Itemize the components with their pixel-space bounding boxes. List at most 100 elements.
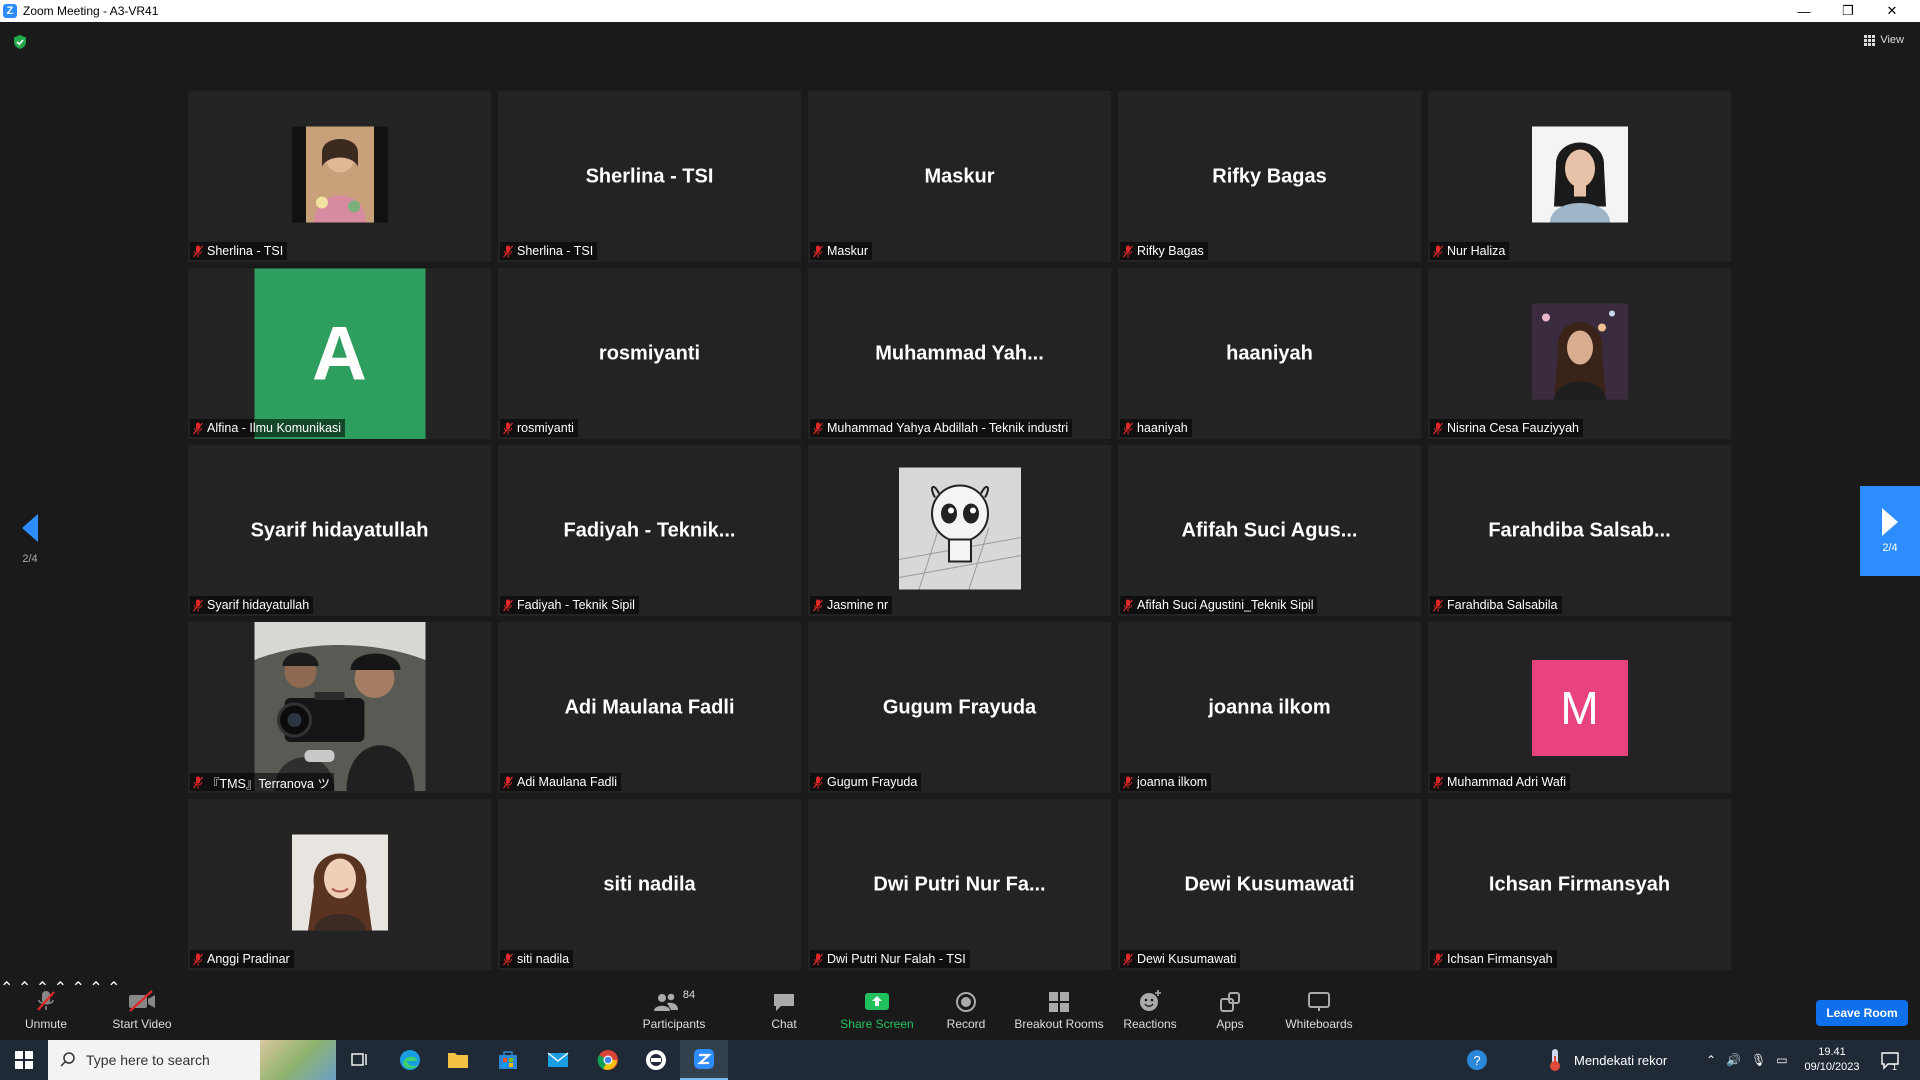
- participant-tile[interactable]: A Alfina - Ilmu Komunikasi: [188, 268, 491, 439]
- search-icon: [60, 1052, 75, 1067]
- leave-room-button[interactable]: Leave Room: [1816, 1000, 1908, 1026]
- muted-mic-icon: [813, 422, 823, 434]
- participant-name: Alfina - Ilmu Komunikasi: [207, 421, 342, 435]
- participants-button[interactable]: 84 Participants: [640, 978, 708, 1040]
- start-video-button[interactable]: Start Video: [104, 978, 180, 1040]
- participant-tile[interactable]: Adi Maulana Fadli Adi Maulana Fadli: [498, 622, 801, 793]
- help-tray-icon[interactable]: ?: [1466, 1040, 1488, 1080]
- breakout-rooms-button[interactable]: Breakout Rooms: [1012, 978, 1106, 1040]
- participant-tile[interactable]: Nur Haliza: [1428, 91, 1731, 262]
- mail-button[interactable]: [534, 1040, 582, 1080]
- chat-button[interactable]: Chat: [762, 978, 806, 1040]
- file-explorer-button[interactable]: [434, 1040, 482, 1080]
- folder-icon: [448, 1053, 468, 1068]
- participant-tile[interactable]: Farahdiba Salsab... Farahdiba Salsabila: [1428, 445, 1731, 616]
- muted-mic-icon: [193, 953, 203, 965]
- participant-tile[interactable]: Sherlina - TSI: [188, 91, 491, 262]
- participant-display-name: Muhammad Yah...: [875, 342, 1044, 364]
- muted-mic-icon: [1433, 599, 1443, 611]
- weather-widget[interactable]: Mendekati rekor: [1548, 1040, 1667, 1080]
- clock-date: 09/10/2023: [1804, 1061, 1860, 1073]
- participant-tile[interactable]: Ichsan Firmansyah Ichsan Firmansyah: [1428, 799, 1731, 970]
- audio-options-chevron-icon[interactable]: ⌃: [0, 980, 13, 997]
- gallery-view: Sherlina - TSI Sherlina - TSI Sherlina - T…: [188, 91, 1732, 971]
- task-view-button[interactable]: [336, 1040, 384, 1080]
- clock[interactable]: 19.41 09/10/2023: [1800, 1040, 1864, 1080]
- participant-tile[interactable]: 『TMS』Terranova ツ: [188, 622, 491, 793]
- zoom-app-icon: [694, 1049, 714, 1069]
- participant-name-label: Jasmine nr: [810, 596, 893, 614]
- arrow-left-icon: [22, 514, 38, 542]
- participant-tile[interactable]: Jasmine nr: [808, 445, 1111, 616]
- participant-name-label: haaniyah: [1120, 419, 1192, 437]
- share-screen-button[interactable]: Share Screen: [838, 978, 916, 1040]
- tray-expand-chevron-icon[interactable]: ⌃: [1706, 1053, 1716, 1067]
- participant-display-name: Dewi Kusumawati: [1184, 873, 1355, 895]
- chat-label: Chat: [771, 1017, 797, 1031]
- zoom-taskbar-button[interactable]: [680, 1040, 728, 1080]
- whiteboards-button[interactable]: Whiteboards: [1280, 978, 1358, 1040]
- participant-display-name: Maskur: [924, 165, 995, 187]
- participant-tile[interactable]: Nisrina Cesa Fauziyyah: [1428, 268, 1731, 439]
- participant-tile[interactable]: Afifah Suci Agus... Afifah Suci Agustini_…: [1118, 445, 1421, 616]
- notifications-button[interactable]: 1: [1880, 1040, 1900, 1080]
- participant-name-label: Muhammad Yahya Abdillah - Teknik industr…: [810, 419, 1073, 437]
- restore-button[interactable]: ❐: [1826, 0, 1870, 22]
- muted-mic-icon: [1433, 776, 1443, 788]
- close-button[interactable]: ✕: [1870, 0, 1914, 22]
- taskbar-search-box[interactable]: Type here to search: [48, 1040, 336, 1080]
- network-icon[interactable]: ▭: [1776, 1053, 1787, 1067]
- participant-tile[interactable]: Dewi Kusumawati Dewi Kusumawati: [1118, 799, 1421, 970]
- participant-tile[interactable]: Maskur Maskur: [808, 91, 1111, 262]
- apps-options-chevron-icon[interactable]: ⌃: [89, 980, 102, 997]
- previous-page-button[interactable]: 2/4: [16, 514, 44, 565]
- participant-tile[interactable]: Anggi Pradinar: [188, 799, 491, 970]
- unmute-button[interactable]: Unmute: [18, 978, 74, 1040]
- encryption-shield-icon[interactable]: [12, 34, 28, 50]
- view-button[interactable]: View: [1864, 34, 1904, 46]
- help-icon: ?: [1467, 1050, 1487, 1070]
- record-label: Record: [946, 1017, 986, 1031]
- edge-taskbar-button[interactable]: [386, 1040, 434, 1080]
- next-page-button[interactable]: 2/4: [1860, 486, 1920, 576]
- muted-mic-icon: [1433, 953, 1443, 965]
- participant-tile[interactable]: Dwi Putri Nur Fa... Dwi Putri Nur Falah -…: [808, 799, 1111, 970]
- participants-count: 84: [682, 989, 696, 1001]
- participant-tile[interactable]: siti nadila siti nadila: [498, 799, 801, 970]
- participant-tile[interactable]: haaniyah haaniyah: [1118, 268, 1421, 439]
- record-button[interactable]: Record: [940, 978, 992, 1040]
- participant-name-label: siti nadila: [500, 950, 574, 968]
- reactions-button[interactable]: Reactions: [1120, 978, 1180, 1040]
- system-tray[interactable]: ⌃ 🔊 🎙 ▭: [1706, 1040, 1788, 1080]
- participant-tile[interactable]: rosmiyanti rosmiyanti: [498, 268, 801, 439]
- participant-tile[interactable]: joanna ilkom joanna ilkom: [1118, 622, 1421, 793]
- participant-tile[interactable]: Syarif hidayatullah Syarif hidayatullah: [188, 445, 491, 616]
- chrome-taskbar-button[interactable]: [584, 1040, 632, 1080]
- store-button[interactable]: [484, 1040, 532, 1080]
- participant-name: Nisrina Cesa Fauziyyah: [1447, 421, 1579, 435]
- participant-name: rosmiyanti: [517, 421, 574, 435]
- participant-display-name: Adi Maulana Fadli: [564, 696, 735, 718]
- chrome-icon: [597, 1050, 618, 1070]
- participant-tile[interactable]: Gugum Frayuda Gugum Frayuda: [808, 622, 1111, 793]
- muted-mic-icon: [813, 953, 823, 965]
- speaker-icon[interactable]: 🔊: [1726, 1053, 1741, 1067]
- breakout-rooms-label: Breakout Rooms: [1014, 1017, 1104, 1031]
- participant-photo: [1531, 126, 1628, 227]
- participant-tile[interactable]: Sherlina - TSI Sherlina - TSI: [498, 91, 801, 262]
- apps-button[interactable]: Apps: [1208, 978, 1252, 1040]
- participant-tile[interactable]: Fadiyah - Teknik... Fadiyah - Teknik Sipi…: [498, 445, 801, 616]
- participant-tile[interactable]: Rifky Bagas Rifky Bagas: [1118, 91, 1421, 262]
- participant-name: Dewi Kusumawati: [1137, 952, 1237, 966]
- participant-name-label: Anggi Pradinar: [190, 950, 294, 968]
- app-taskbar-button[interactable]: [632, 1040, 680, 1080]
- participant-name: Muhammad Adri Wafi: [1447, 775, 1567, 789]
- microphone-tray-icon[interactable]: 🎙: [1751, 1053, 1766, 1067]
- participant-tile[interactable]: M Muhammad Adri Wafi: [1428, 622, 1731, 793]
- participant-tile[interactable]: Muhammad Yah... Muhammad Yahya Abdillah -…: [808, 268, 1111, 439]
- share-screen-label: Share Screen: [840, 1017, 914, 1031]
- participant-display-name: Ichsan Firmansyah: [1488, 873, 1671, 895]
- minimize-button[interactable]: —: [1782, 0, 1826, 22]
- participant-display-name: Gugum Frayuda: [882, 696, 1037, 718]
- start-button[interactable]: [0, 1040, 48, 1080]
